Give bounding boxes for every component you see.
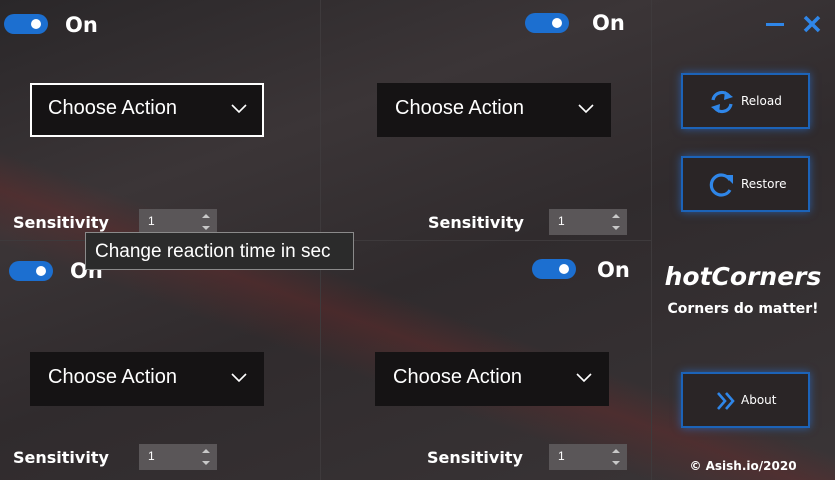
spin-up-icon[interactable] <box>201 446 211 456</box>
sensitivity-stepper-top-right[interactable]: 1 <box>549 209 627 235</box>
dropdown-value: Choose Action <box>48 97 177 119</box>
dropdown-value: Choose Action <box>395 97 524 119</box>
divider-sidebar <box>651 0 652 480</box>
toggle-label-top-left: On <box>65 13 98 37</box>
spin-up-icon[interactable] <box>201 211 211 221</box>
about-button[interactable]: About <box>681 372 810 428</box>
toggle-bottom-right[interactable] <box>532 259 576 279</box>
restore-button[interactable]: Restore <box>681 156 810 212</box>
restore-label: Restore <box>741 177 787 191</box>
sensitivity-label-top-left: Sensitivity <box>13 213 109 232</box>
spin-up-icon[interactable] <box>611 211 621 221</box>
dropdown-value: Choose Action <box>393 366 522 388</box>
stepper-value: 1 <box>558 449 565 463</box>
stepper-value: 1 <box>558 214 565 228</box>
chevron-down-icon <box>231 104 247 114</box>
spin-down-icon[interactable] <box>611 223 621 233</box>
minimize-icon[interactable] <box>765 14 785 34</box>
toggle-label-top-right: On <box>592 11 625 35</box>
sensitivity-label-top-right: Sensitivity <box>428 213 524 232</box>
tooltip-text: Change reaction time in sec <box>95 241 331 262</box>
sensitivity-tooltip: Change reaction time in sec <box>85 232 354 270</box>
action-dropdown-top-right[interactable]: Choose Action <box>377 83 611 137</box>
toggle-label-bottom-right: On <box>597 258 630 282</box>
toggle-bottom-left[interactable] <box>9 261 53 281</box>
double-chevron-right-icon <box>717 392 735 410</box>
spin-up-icon[interactable] <box>611 446 621 456</box>
chevron-down-icon <box>576 373 592 383</box>
spin-down-icon[interactable] <box>611 458 621 468</box>
close-icon[interactable] <box>802 14 822 34</box>
action-dropdown-bottom-right[interactable]: Choose Action <box>375 352 609 406</box>
chevron-down-icon <box>578 104 594 114</box>
sensitivity-stepper-bottom-left[interactable]: 1 <box>139 444 217 470</box>
spin-down-icon[interactable] <box>201 458 211 468</box>
reload-icon <box>711 90 733 114</box>
chevron-down-icon <box>231 373 247 383</box>
app-title: hotCorners <box>664 262 822 291</box>
about-label: About <box>741 393 777 407</box>
stepper-value: 1 <box>148 449 155 463</box>
toggle-top-right[interactable] <box>525 13 569 33</box>
reload-button[interactable]: Reload <box>681 73 810 129</box>
stepper-value: 1 <box>148 214 155 228</box>
dropdown-value: Choose Action <box>48 366 177 388</box>
toggle-top-left[interactable] <box>4 14 48 34</box>
sensitivity-label-bottom-right: Sensitivity <box>427 448 523 467</box>
restore-icon <box>709 173 733 197</box>
reload-label: Reload <box>741 94 782 108</box>
action-dropdown-bottom-left[interactable]: Choose Action <box>30 352 264 406</box>
sensitivity-stepper-bottom-right[interactable]: 1 <box>549 444 627 470</box>
action-dropdown-top-left[interactable]: Choose Action <box>30 83 264 137</box>
sensitivity-label-bottom-left: Sensitivity <box>13 448 109 467</box>
copyright-text: © Asish.io/2020 <box>689 459 797 473</box>
app-tagline: Corners do matter! <box>667 301 819 317</box>
